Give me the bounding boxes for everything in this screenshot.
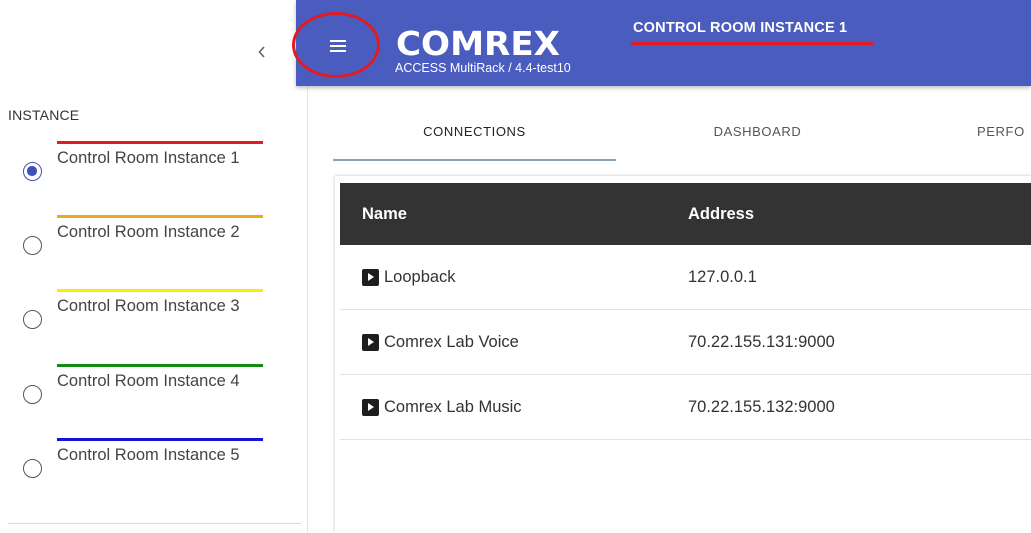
top-app-bar: COMREX ACCESS MultiRack / 4.4-test10 CON… bbox=[292, 0, 1031, 86]
current-instance-title: CONTROL ROOM INSTANCE 1 bbox=[633, 20, 848, 36]
instance-radio[interactable] bbox=[23, 162, 42, 181]
column-header-name[interactable]: Name bbox=[362, 183, 407, 245]
hamburger-menu-icon bbox=[330, 40, 346, 52]
instance-section-title: INSTANCE bbox=[8, 107, 80, 123]
instance-color-bar bbox=[57, 215, 263, 218]
connection-name: Comrex Lab Music bbox=[384, 397, 522, 416]
active-tab-indicator bbox=[333, 159, 616, 161]
connection-name: Comrex Lab Voice bbox=[384, 332, 519, 351]
connection-address: 127.0.0.1 bbox=[688, 267, 757, 286]
instance-item-2[interactable]: Control Room Instance 2 bbox=[0, 215, 300, 285]
connection-arrow-icon bbox=[362, 398, 379, 416]
connection-name-cell: Comrex Lab Music bbox=[362, 375, 522, 439]
product-version: ACCESS MultiRack / 4.4-test10 bbox=[395, 61, 571, 75]
instance-sidebar: INSTANCE Control Room Instance 1 Control… bbox=[0, 0, 308, 533]
instance-item-5[interactable]: Control Room Instance 5 bbox=[0, 438, 300, 508]
instance-radio[interactable] bbox=[23, 385, 42, 404]
instance-label: Control Room Instance 5 bbox=[57, 446, 240, 464]
table-row[interactable]: Comrex Lab Music 70.22.155.132:9000 bbox=[340, 375, 1031, 440]
instance-color-bar bbox=[57, 289, 263, 292]
instance-color-bar bbox=[57, 438, 263, 441]
instance-label: Control Room Instance 4 bbox=[57, 372, 240, 390]
instance-color-underline bbox=[631, 42, 873, 45]
collapse-sidebar-button[interactable] bbox=[250, 38, 274, 66]
tab-performance[interactable]: PERFO bbox=[899, 100, 1031, 162]
instance-item-4[interactable]: Control Room Instance 4 bbox=[0, 364, 300, 434]
connection-name-cell: Loopback bbox=[362, 245, 456, 309]
instance-item-3[interactable]: Control Room Instance 3 bbox=[0, 289, 300, 359]
instance-label: Control Room Instance 1 bbox=[57, 149, 240, 167]
connection-address: 70.22.155.132:9000 bbox=[688, 397, 835, 416]
instance-color-bar bbox=[57, 141, 263, 144]
tab-dashboard[interactable]: DASHBOARD bbox=[616, 100, 899, 162]
instance-radio[interactable] bbox=[23, 236, 42, 255]
connection-arrow-icon bbox=[362, 268, 379, 286]
connection-address: 70.22.155.131:9000 bbox=[688, 332, 835, 351]
instance-radio[interactable] bbox=[23, 459, 42, 478]
logo-text: COMREX bbox=[396, 26, 560, 58]
table-row[interactable]: Comrex Lab Voice 70.22.155.131:9000 bbox=[340, 310, 1031, 375]
connection-name-cell: Comrex Lab Voice bbox=[362, 310, 519, 374]
chevron-left-icon bbox=[258, 46, 265, 58]
column-header-address[interactable]: Address bbox=[688, 183, 754, 245]
tab-bar: CONNECTIONS DASHBOARD PERFO bbox=[308, 100, 1031, 162]
tab-connections[interactable]: CONNECTIONS bbox=[333, 100, 616, 162]
instance-label: Control Room Instance 3 bbox=[57, 297, 240, 315]
table-header: Name Address bbox=[340, 183, 1031, 245]
connections-card: Name Address Loopback 127.0.0.1 Comrex L… bbox=[335, 176, 1031, 533]
instance-color-bar bbox=[57, 364, 263, 367]
instance-label: Control Room Instance 2 bbox=[57, 223, 240, 241]
table-row[interactable]: Loopback 127.0.0.1 bbox=[340, 245, 1031, 310]
menu-button[interactable] bbox=[322, 32, 354, 60]
connections-table: Name Address Loopback 127.0.0.1 Comrex L… bbox=[340, 183, 1031, 440]
sidebar-divider bbox=[8, 523, 301, 524]
instance-item-1[interactable]: Control Room Instance 1 bbox=[0, 141, 300, 211]
instance-radio[interactable] bbox=[23, 310, 42, 329]
connection-name: Loopback bbox=[384, 267, 456, 286]
connection-arrow-icon bbox=[362, 333, 379, 351]
comrex-logo: COMREX bbox=[396, 26, 560, 58]
